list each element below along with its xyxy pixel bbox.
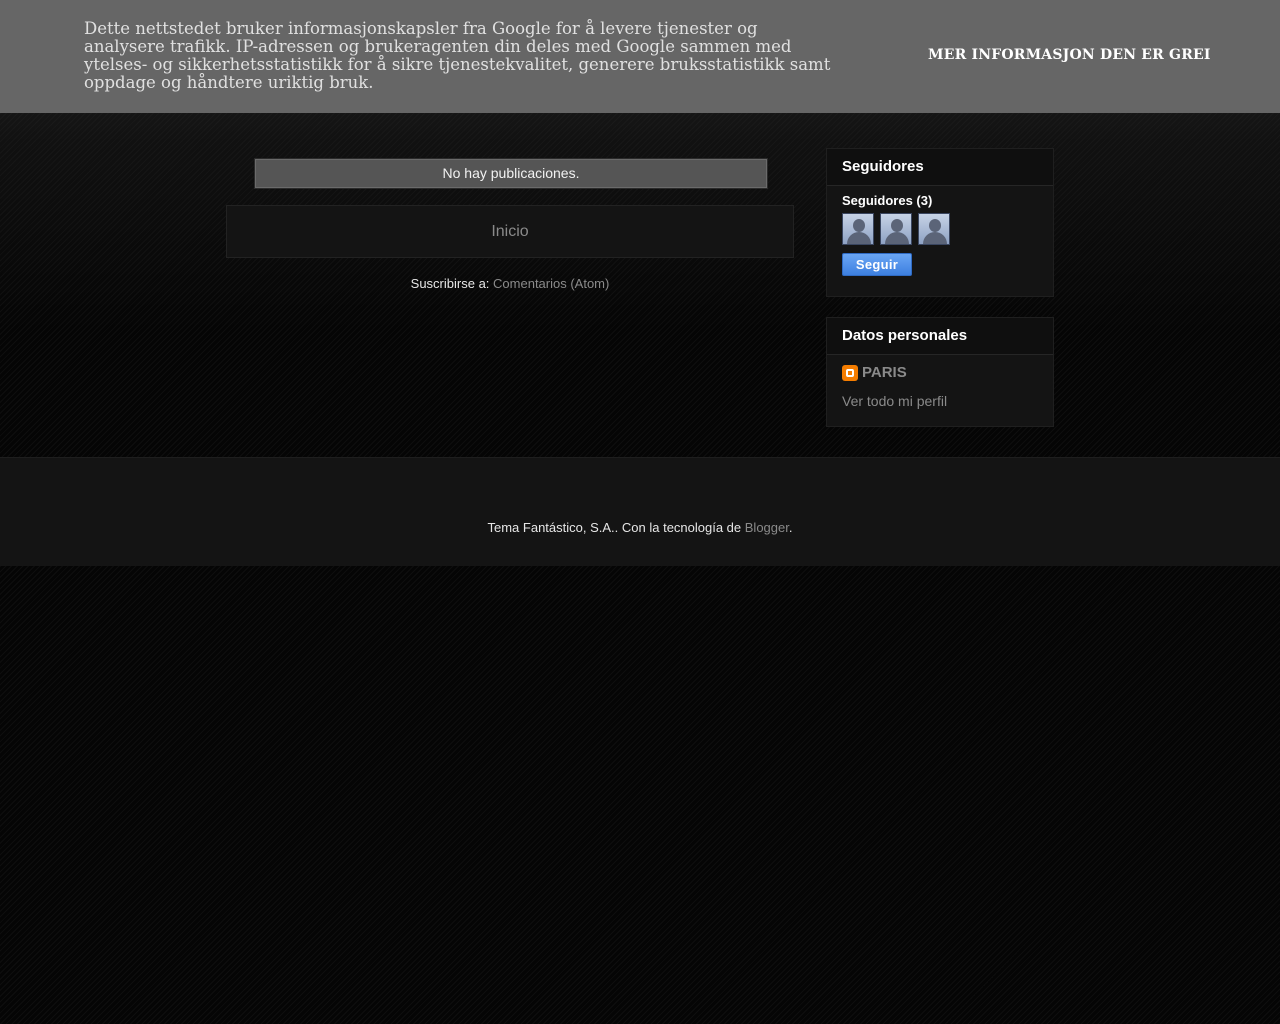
followers-widget-title: Seguidores [827, 149, 1053, 186]
blog-pager: Inicio [226, 205, 794, 258]
profile-widget: Datos personales PARIS Ver todo mi perfi… [826, 317, 1054, 427]
follow-button[interactable]: Seguir [842, 253, 912, 276]
accept-cookies-button[interactable]: DEN ER GREI [1100, 47, 1211, 63]
profile-widget-title: Datos personales [827, 318, 1053, 355]
more-info-button[interactable]: MER INFORMASJON [928, 47, 1095, 63]
blogger-icon [842, 364, 858, 381]
comments-atom-link[interactable]: Comentarios (Atom) [493, 276, 609, 291]
footer: Tema Fantástico, S.A.. Con la tecnología… [0, 457, 1280, 566]
subscribe-label: Suscribirse a: [410, 276, 494, 291]
cookie-banner: Dette nettstedet bruker informasjonskaps… [0, 0, 1280, 113]
footer-text: Tema Fantástico, S.A.. Con la tecnología… [487, 520, 745, 535]
followers-widget: Seguidores Seguidores (3) Seguir [826, 148, 1054, 297]
followers-count: Seguidores (3) [842, 193, 933, 208]
blogger-link[interactable]: Blogger [745, 520, 789, 535]
footer-attribution: Tema Fantástico, S.A.. Con la tecnología… [0, 520, 1280, 535]
profile-name-link[interactable]: PARIS [862, 364, 907, 381]
default-user-avatar-icon[interactable] [918, 213, 950, 245]
feed-links: Suscribirse a: Comentarios (Atom) [226, 276, 794, 291]
default-user-avatar-icon[interactable] [880, 213, 912, 245]
default-user-avatar-icon[interactable] [842, 213, 874, 245]
home-link[interactable]: Inicio [491, 223, 528, 240]
no-posts-message: No hay publicaciones. [254, 158, 768, 189]
profile-name-row: PARIS [842, 364, 907, 381]
footer-text-end: . [788, 520, 793, 535]
follower-avatars [842, 213, 950, 245]
view-full-profile-link[interactable]: Ver todo mi perfil [842, 393, 947, 409]
cookie-banner-text: Dette nettstedet bruker informasjonskaps… [84, 19, 831, 92]
